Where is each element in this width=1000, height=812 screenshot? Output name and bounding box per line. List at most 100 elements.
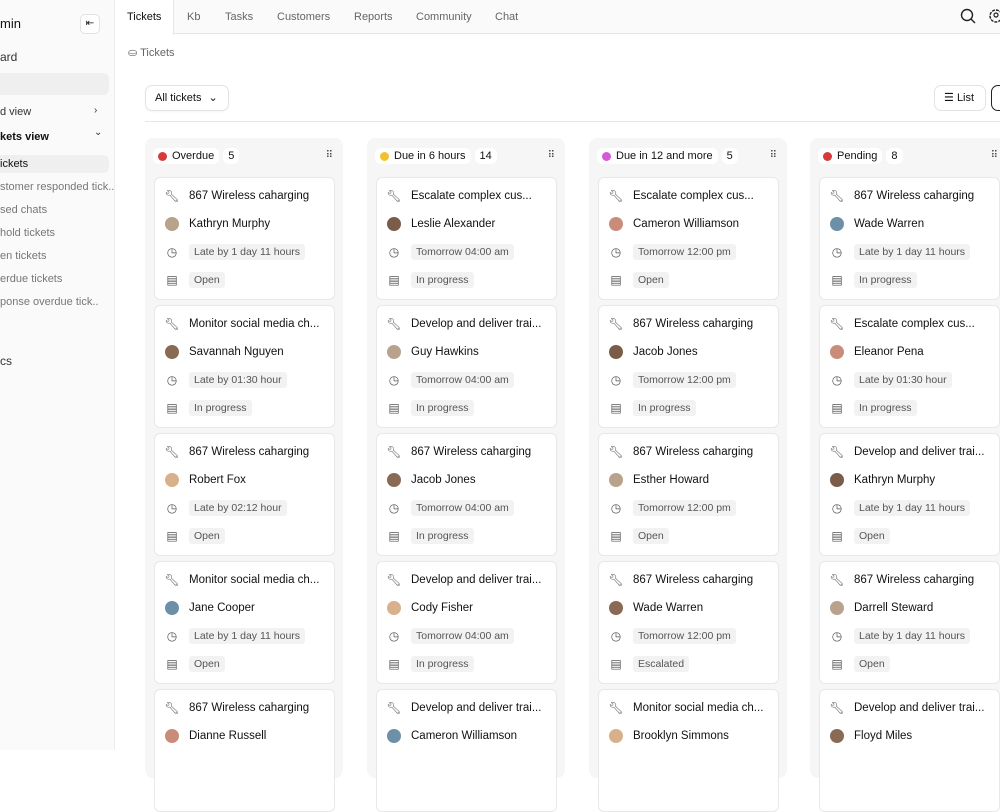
ticket-title: Escalate complex cus... bbox=[854, 318, 975, 330]
sidebar-item-analytics[interactable]: cs bbox=[0, 354, 12, 368]
tab-tickets[interactable]: Tickets bbox=[115, 0, 175, 35]
chevron-down-icon: ⌄ bbox=[94, 127, 103, 138]
assignee-name: Jacob Jones bbox=[633, 346, 698, 358]
clock-icon: ◷ bbox=[831, 629, 843, 643]
ticket-card[interactable]: 🔧︎ Develop and deliver trai... Floyd Mile… bbox=[819, 689, 1000, 812]
column-title-text: Due in 12 and more bbox=[616, 150, 713, 162]
board-view-button[interactable] bbox=[991, 85, 1000, 111]
clock-icon: ◷ bbox=[388, 245, 400, 259]
clock-icon: ◷ bbox=[610, 373, 622, 387]
column-title: Overdue bbox=[153, 148, 220, 164]
sidebar-item-view[interactable]: d view bbox=[0, 106, 31, 118]
tab-kb[interactable]: Kb bbox=[187, 0, 200, 34]
ticket-card[interactable]: 🔧︎ Escalate complex cus... Cameron Willia… bbox=[598, 177, 779, 300]
ticket-card[interactable]: 🔧︎ Monitor social media ch... Savannah Ng… bbox=[154, 305, 335, 428]
ticket-card[interactable]: 🔧︎ Escalate complex cus... Eleanor Pena ◷… bbox=[819, 305, 1000, 428]
ticket-card[interactable]: 🔧︎ 867 Wireless caharging Darrell Steward… bbox=[819, 561, 1000, 684]
drag-handle-icon[interactable]: ⠿ bbox=[326, 150, 333, 161]
status-badge: Open bbox=[854, 656, 890, 672]
sidebar-item-customer-responded[interactable]: stomer responded tick.. bbox=[0, 181, 114, 193]
due-time: Tomorrow 12:00 pm bbox=[633, 372, 736, 388]
status-icon: ▤ bbox=[388, 529, 400, 543]
due-time: Late by 1 day 11 hours bbox=[189, 628, 306, 644]
ticket-card[interactable]: 🔧︎ 867 Wireless caharging Robert Fox ◷ Lat… bbox=[154, 433, 335, 556]
ticket-title: 867 Wireless caharging bbox=[189, 702, 310, 714]
ticket-card[interactable]: 🔧︎ Monitor social media ch... Jane Cooper… bbox=[154, 561, 335, 684]
settings-icon[interactable] bbox=[988, 8, 1000, 27]
tab-chat[interactable]: Chat bbox=[495, 0, 518, 34]
status-badge: In progress bbox=[854, 400, 917, 416]
assignee-name: Wade Warren bbox=[633, 602, 704, 614]
due-time: Tomorrow 12:00 pm bbox=[633, 500, 736, 516]
sidebar-item-closed-chats[interactable]: sed chats bbox=[0, 204, 47, 216]
sidebar-item-open[interactable]: en tickets bbox=[0, 250, 46, 262]
wrench-icon: 🔧︎ bbox=[829, 189, 845, 203]
status-badge: In progress bbox=[189, 400, 252, 416]
tab-tasks[interactable]: Tasks bbox=[225, 0, 253, 34]
ticket-card[interactable]: 🔧︎ Develop and deliver trai... Guy Hawkin… bbox=[376, 305, 557, 428]
ticket-card[interactable]: 🔧︎ 867 Wireless caharging Wade Warren ◷ La… bbox=[819, 177, 1000, 300]
ticket-title: 867 Wireless caharging bbox=[633, 574, 754, 586]
assignee-name: Cody Fisher bbox=[411, 602, 473, 614]
ticket-card[interactable]: 🔧︎ 867 Wireless caharging Esther Howard ◷… bbox=[598, 433, 779, 556]
ticket-title: Develop and deliver trai... bbox=[854, 702, 985, 714]
breadcrumb: ⛀ Tickets bbox=[128, 46, 175, 59]
ticket-card[interactable]: 🔧︎ 867 Wireless caharging Jacob Jones ◷ To… bbox=[598, 305, 779, 428]
status-badge: Open bbox=[854, 528, 890, 544]
ticket-filter-dropdown[interactable]: All tickets ⌄ bbox=[145, 85, 229, 111]
sidebar-item-tickets-view[interactable]: kets view bbox=[0, 131, 49, 143]
assignee-name: Brooklyn Simmons bbox=[633, 730, 729, 742]
list-icon: ☰ bbox=[944, 92, 954, 104]
search-icon[interactable] bbox=[960, 8, 976, 27]
ticket-card[interactable]: 🔧︎ 867 Wireless caharging Kathryn Murphy … bbox=[154, 177, 335, 300]
wrench-icon: 🔧︎ bbox=[829, 317, 845, 331]
sidebar-item-active[interactable] bbox=[0, 73, 109, 95]
ticket-title: 867 Wireless caharging bbox=[854, 190, 975, 202]
avatar bbox=[165, 601, 179, 615]
ticket-card[interactable]: 🔧︎ 867 Wireless caharging Wade Warren ◷ To… bbox=[598, 561, 779, 684]
collapse-sidebar-button[interactable]: ⇤ bbox=[80, 14, 100, 34]
due-time: Late by 1 day 11 hours bbox=[189, 244, 306, 260]
avatar bbox=[165, 345, 179, 359]
wrench-icon: 🔧︎ bbox=[386, 701, 402, 715]
drag-handle-icon[interactable]: ⠿ bbox=[548, 150, 555, 161]
ticket-title: 867 Wireless caharging bbox=[189, 446, 310, 458]
column-title: Due in 12 and more bbox=[597, 148, 718, 164]
status-badge: In progress bbox=[411, 528, 474, 544]
ticket-title: Develop and deliver trai... bbox=[411, 702, 542, 714]
sidebar-item-response-overdue[interactable]: ponse overdue tick.. bbox=[0, 296, 98, 308]
clock-icon: ◷ bbox=[610, 501, 622, 515]
ticket-card[interactable]: 🔧︎ Monitor social media ch... Brooklyn Si… bbox=[598, 689, 779, 812]
wrench-icon: 🔧︎ bbox=[386, 445, 402, 459]
assignee-name: Cameron Williamson bbox=[411, 730, 518, 742]
ticket-title: 867 Wireless caharging bbox=[411, 446, 532, 458]
tab-reports[interactable]: Reports bbox=[354, 0, 393, 34]
ticket-card[interactable]: 🔧︎ 867 Wireless caharging Jacob Jones ◷ To… bbox=[376, 433, 557, 556]
breadcrumb-tickets[interactable]: Tickets bbox=[140, 47, 174, 59]
column-header: Due in 12 and more 5 bbox=[597, 148, 738, 164]
due-time: Late by 02:12 hour bbox=[189, 500, 287, 516]
ticket-card[interactable]: 🔧︎ Develop and deliver trai... Cody Fishe… bbox=[376, 561, 557, 684]
sidebar-item-overdue[interactable]: erdue tickets bbox=[0, 273, 62, 285]
ticket-card[interactable]: 🔧︎ Develop and deliver trai... Kathryn Mu… bbox=[819, 433, 1000, 556]
list-view-button[interactable]: ☰ List bbox=[934, 85, 986, 111]
tab-customers[interactable]: Customers bbox=[277, 0, 330, 34]
column-title-text: Overdue bbox=[172, 150, 215, 162]
status-icon: ▤ bbox=[610, 657, 622, 671]
sidebar-item-on-hold[interactable]: hold tickets bbox=[0, 227, 55, 239]
status-icon: ▤ bbox=[831, 273, 843, 287]
ticket-card[interactable]: 🔧︎ Escalate complex cus... Leslie Alexand… bbox=[376, 177, 557, 300]
sidebar-item-dashboard[interactable]: ard bbox=[0, 50, 17, 64]
drag-handle-icon[interactable]: ⠿ bbox=[991, 150, 998, 161]
column-overdue: Overdue 5 ⠿ 🔧︎ 867 Wireless caharging Kat… bbox=[145, 138, 343, 812]
ticket-card[interactable]: 🔧︎ 867 Wireless caharging Dianne Russell bbox=[154, 689, 335, 812]
tab-community[interactable]: Community bbox=[416, 0, 472, 34]
clock-icon: ◷ bbox=[610, 245, 622, 259]
wrench-icon: 🔧︎ bbox=[608, 573, 624, 587]
assignee-name: Cameron Williamson bbox=[633, 218, 740, 230]
ticket-card[interactable]: 🔧︎ Develop and deliver trai... Cameron Wi… bbox=[376, 689, 557, 812]
assignee-name: Dianne Russell bbox=[189, 730, 267, 742]
drag-handle-icon[interactable]: ⠿ bbox=[770, 150, 777, 161]
status-badge: In progress bbox=[411, 272, 474, 288]
sidebar-item-all-tickets[interactable]: ickets bbox=[0, 158, 28, 170]
